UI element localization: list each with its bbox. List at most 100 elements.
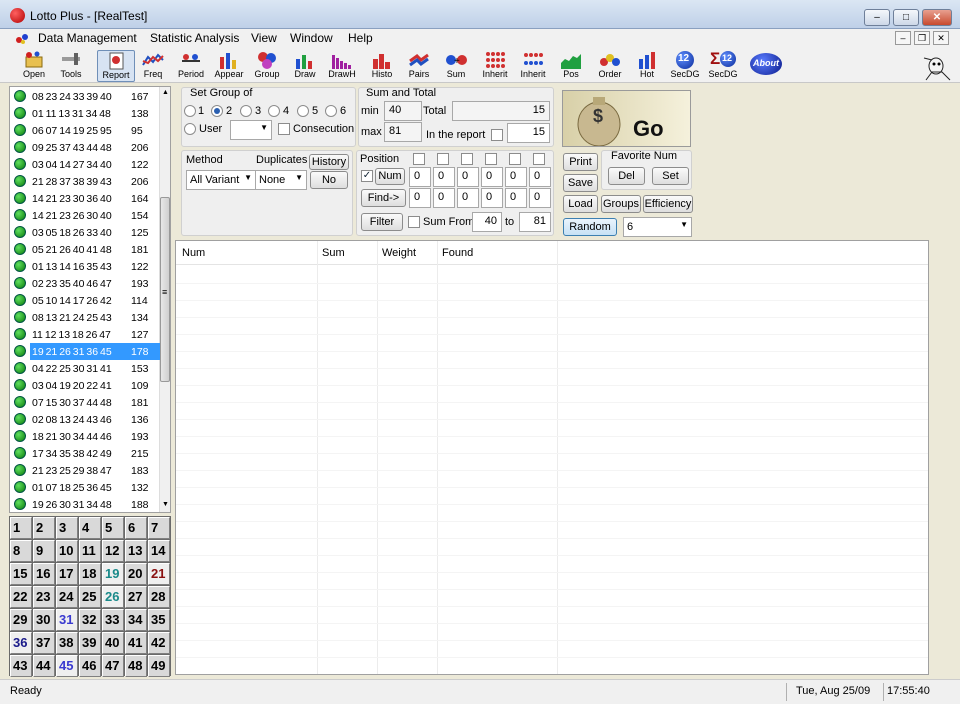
draw-list[interactable]: ▲ ≡ ▼ 08 23 24 33 39 40 167 01 11 13 31 34… — [9, 86, 171, 513]
history-button[interactable]: History — [309, 154, 349, 170]
grid-number-32[interactable]: 32 — [79, 609, 101, 631]
filter-button[interactable]: Filter — [361, 213, 403, 231]
grid-number-3[interactable]: 3 — [56, 517, 78, 539]
grid-number-37[interactable]: 37 — [33, 632, 55, 654]
toolbar-pos[interactable]: Pos — [552, 50, 590, 82]
menu-help[interactable]: Help — [348, 31, 373, 45]
minimize-button[interactable]: – — [864, 9, 890, 26]
grid-number-24[interactable]: 24 — [56, 586, 78, 608]
toolbar-secdg-2[interactable]: Σ 12 SecDG — [704, 49, 742, 82]
find-num-6[interactable]: 0 — [529, 188, 551, 208]
toolbar-draw[interactable]: Draw — [286, 50, 324, 82]
draw-row[interactable]: 01 07 18 25 36 45 132 — [10, 479, 160, 496]
grid-number-18[interactable]: 18 — [79, 563, 101, 585]
grid-number-22[interactable]: 22 — [10, 586, 32, 608]
grid-number-34[interactable]: 34 — [125, 609, 147, 631]
draw-row[interactable]: 14 21 23 26 30 40 154 — [10, 207, 160, 224]
sum-from-checkbox[interactable] — [408, 216, 420, 228]
grid-number-15[interactable]: 15 — [10, 563, 32, 585]
grid-number-28[interactable]: 28 — [148, 586, 170, 608]
pos-num-6[interactable]: 0 — [529, 167, 551, 187]
grid-number-31[interactable]: 31 — [56, 609, 78, 631]
del-button[interactable]: Del — [608, 167, 645, 185]
grid-number-12[interactable]: 12 — [102, 540, 124, 562]
col-num[interactable]: Num — [182, 247, 205, 259]
load-button[interactable]: Load — [563, 195, 598, 213]
grid-number-17[interactable]: 17 — [56, 563, 78, 585]
find-num-3[interactable]: 0 — [457, 188, 479, 208]
draw-row[interactable]: 19 26 30 31 34 48 188 — [10, 496, 160, 512]
position-check-2[interactable] — [437, 153, 449, 165]
find-num-5[interactable]: 0 — [505, 188, 527, 208]
toolbar-drawh[interactable]: DrawH — [323, 50, 361, 82]
draw-row[interactable]: 03 04 14 27 34 40 122 — [10, 156, 160, 173]
draw-row[interactable]: 03 05 18 26 33 40 125 — [10, 224, 160, 241]
group-radio-6[interactable] — [325, 105, 337, 117]
grid-number-20[interactable]: 20 — [125, 563, 147, 585]
method-combo[interactable]: All Variant ▼ — [186, 170, 256, 190]
draw-row[interactable]: 01 13 14 16 35 43 122 — [10, 258, 160, 275]
menu-view[interactable]: View — [251, 31, 277, 45]
toolbar-sum[interactable]: + Sum — [437, 50, 475, 82]
grid-number-27[interactable]: 27 — [125, 586, 147, 608]
grid-number-29[interactable]: 29 — [10, 609, 32, 631]
save-button[interactable]: Save — [563, 174, 598, 192]
groups-button[interactable]: Groups — [601, 195, 641, 213]
duplicates-combo[interactable]: None ▼ — [255, 170, 307, 190]
toolbar-open[interactable]: Open — [15, 50, 53, 82]
grid-number-9[interactable]: 9 — [33, 540, 55, 562]
grid-number-41[interactable]: 41 — [125, 632, 147, 654]
grid-number-21[interactable]: 21 — [148, 563, 170, 585]
find-num-2[interactable]: 0 — [433, 188, 455, 208]
menu-window[interactable]: Window — [290, 31, 333, 45]
draw-list-scrollbar[interactable]: ▲ ≡ ▼ — [159, 87, 170, 512]
grid-number-4[interactable]: 4 — [79, 517, 101, 539]
menu-statistic-analysis[interactable]: Statistic Analysis — [150, 31, 239, 45]
draw-row[interactable]: 09 25 37 43 44 48 206 — [10, 139, 160, 156]
toolbar-freq[interactable]: Freq — [134, 50, 172, 82]
draw-row[interactable]: 03 04 19 20 22 41 109 — [10, 377, 160, 394]
consecution-checkbox[interactable] — [278, 123, 290, 135]
toolbar-group[interactable]: Group — [248, 50, 286, 82]
grid-number-5[interactable]: 5 — [102, 517, 124, 539]
draw-row[interactable]: 18 21 30 34 44 46 193 — [10, 428, 160, 445]
pos-num-1[interactable]: 0 — [409, 167, 431, 187]
grid-number-36[interactable]: 36 — [10, 632, 32, 654]
grid-number-19[interactable]: 19 — [102, 563, 124, 585]
grid-number-45[interactable]: 45 — [56, 655, 78, 677]
toolbar-hot[interactable]: Hot — [628, 50, 666, 82]
report-table[interactable]: Num Sum Weight Found — [175, 240, 929, 675]
find-button[interactable]: Find-> — [361, 189, 406, 207]
grid-number-11[interactable]: 11 — [79, 540, 101, 562]
draw-row[interactable]: 02 23 35 40 46 47 193 — [10, 275, 160, 292]
num-checkbox[interactable]: ✓ — [361, 170, 373, 182]
grid-number-33[interactable]: 33 — [102, 609, 124, 631]
toolbar-period[interactable]: Period — [172, 50, 210, 82]
draw-row[interactable]: 19 21 26 31 36 45 178 — [10, 343, 160, 360]
in-report-checkbox[interactable] — [491, 129, 503, 141]
grid-number-6[interactable]: 6 — [125, 517, 147, 539]
grid-number-10[interactable]: 10 — [56, 540, 78, 562]
find-num-1[interactable]: 0 — [409, 188, 431, 208]
grid-number-13[interactable]: 13 — [125, 540, 147, 562]
pos-num-3[interactable]: 0 — [457, 167, 479, 187]
close-button[interactable]: ✕ — [922, 9, 952, 26]
mdi-close-button[interactable]: ✕ — [933, 31, 949, 45]
grid-number-26[interactable]: 26 — [102, 586, 124, 608]
grid-number-38[interactable]: 38 — [56, 632, 78, 654]
draw-row[interactable]: 06 07 14 19 25 95 95 — [10, 122, 160, 139]
group-radio-user[interactable] — [184, 123, 196, 135]
toolbar-inherit-2[interactable]: Inherit — [514, 50, 552, 82]
toolbar-secdg-1[interactable]: 12 SecDG — [666, 50, 704, 82]
grid-number-48[interactable]: 48 — [125, 655, 147, 677]
random-button[interactable]: Random — [563, 218, 617, 236]
grid-number-2[interactable]: 2 — [33, 517, 55, 539]
toolbar-about[interactable]: About — [748, 50, 784, 82]
pos-num-4[interactable]: 0 — [481, 167, 503, 187]
toolbar-report[interactable]: Report — [97, 50, 135, 82]
toolbar-histo[interactable]: Histo — [363, 50, 401, 82]
grid-number-30[interactable]: 30 — [33, 609, 55, 631]
pos-num-2[interactable]: 0 — [433, 167, 455, 187]
group-radio-5[interactable] — [297, 105, 309, 117]
draw-row[interactable]: 05 21 26 40 41 48 181 — [10, 241, 160, 258]
